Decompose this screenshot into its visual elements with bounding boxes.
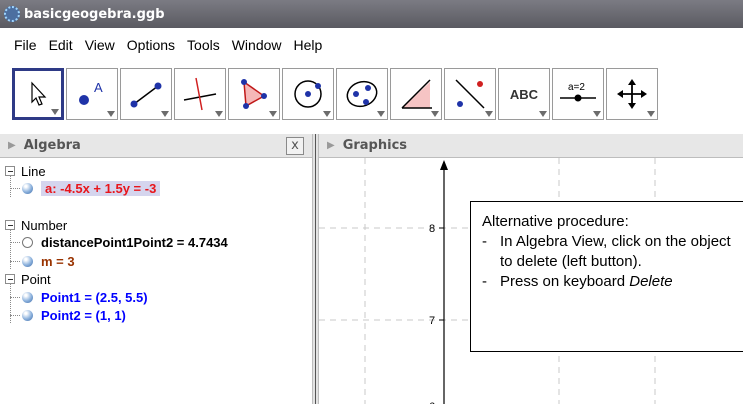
dropdown-triangle-icon (593, 111, 601, 117)
algebra-view-header: ▶ Algebra x (0, 134, 312, 158)
dropdown-triangle-icon (161, 111, 169, 117)
slider-icon: a=2 (560, 82, 596, 102)
dropdown-triangle-icon (323, 111, 331, 117)
close-algebra-view-button[interactable]: x (286, 137, 304, 155)
visibility-ball-icon[interactable] (22, 309, 33, 321)
polygon-icon (241, 79, 267, 109)
angle-tool-button[interactable] (390, 68, 442, 120)
ellipse-icon (346, 80, 378, 108)
callout-line: - In Algebra View, click on the object (482, 233, 731, 250)
conic-tool-button[interactable] (336, 68, 388, 120)
slider-tool-button[interactable]: a=2 (552, 68, 604, 120)
collapse-minus-icon[interactable] (5, 274, 15, 284)
algebra-item-line-a[interactable]: a: -4.5x + 1.5y = -3 (22, 179, 161, 197)
category-label: Number (21, 217, 68, 233)
algebra-view-title: Algebra (23, 138, 81, 153)
move-tool-button[interactable] (12, 68, 64, 120)
window-title: basicgeogebra.ggb (24, 6, 165, 22)
menu-edit[interactable]: Edit (49, 37, 73, 53)
callout-title: Alternative procedure: (482, 213, 629, 230)
perpendicular-tool-button[interactable] (174, 68, 226, 120)
callout-line: - Press on keyboard Delete (482, 273, 673, 290)
menu-bar: File Edit View Options Tools Window Help (0, 28, 743, 62)
object-text[interactable]: distancePoint1Point2 = 4.7434 (41, 235, 228, 250)
view-splitter[interactable] (312, 134, 319, 404)
dropdown-triangle-icon (269, 111, 277, 117)
text-tool-button[interactable]: ABC (498, 68, 550, 120)
tree-connector (10, 315, 20, 316)
geogebra-app-icon (4, 6, 20, 22)
object-text[interactable]: m = 3 (41, 254, 75, 269)
dropdown-triangle-icon (485, 111, 493, 117)
menu-options[interactable]: Options (127, 37, 175, 53)
y-axis-arrow-icon (440, 160, 448, 170)
tree-connector (10, 261, 20, 262)
category-label: Point (21, 271, 51, 287)
menu-view[interactable]: View (85, 37, 115, 53)
reflect-about-line-icon (455, 79, 485, 109)
move-graphics-tool-button[interactable] (606, 68, 658, 120)
algebra-view: Line a: -4.5x + 1.5y = -3 Number distanc… (0, 158, 312, 404)
object-text[interactable]: a: -4.5x + 1.5y = -3 (41, 180, 161, 196)
circle-center-point-icon (294, 80, 322, 108)
polygon-tool-button[interactable] (228, 68, 280, 120)
y-tick-label-8: 8 (429, 223, 435, 235)
menu-file[interactable]: File (14, 37, 37, 53)
tree-connector (10, 297, 20, 298)
object-text[interactable]: Point2 = (1, 1) (41, 308, 126, 323)
svg-text:a=2: a=2 (568, 82, 585, 93)
collapse-minus-icon[interactable] (5, 220, 15, 230)
callout-line: to delete (left button). (500, 253, 642, 270)
object-text[interactable]: Point1 = (2.5, 5.5) (41, 290, 148, 305)
dropdown-triangle-icon (107, 111, 115, 117)
reflect-tool-button[interactable] (444, 68, 496, 120)
graphics-view-title: Graphics (342, 138, 408, 153)
visibility-ring-icon[interactable] (22, 236, 33, 248)
dropdown-triangle-icon (539, 111, 547, 117)
menu-help[interactable]: Help (294, 37, 323, 53)
graphics-view-header: ▶ Graphics (319, 134, 743, 158)
text-icon: ABC (509, 86, 539, 102)
algebra-item-m[interactable]: m = 3 (22, 252, 75, 270)
collapse-arrow-icon[interactable]: ▶ (8, 140, 16, 151)
collapse-arrow-icon[interactable]: ▶ (327, 140, 335, 151)
algebra-item-point2[interactable]: Point2 = (1, 1) (22, 306, 126, 324)
point-icon: A (79, 80, 103, 105)
dropdown-triangle-icon (51, 109, 59, 115)
dropdown-triangle-icon (215, 111, 223, 117)
instruction-callout: Alternative procedure: - In Algebra View… (470, 201, 743, 352)
tree-connector (10, 188, 20, 189)
algebra-item-point1[interactable]: Point1 = (2.5, 5.5) (22, 288, 148, 306)
arrow-cursor-icon (31, 81, 47, 106)
circle-tool-button[interactable] (282, 68, 334, 120)
line-tool-button[interactable] (120, 68, 172, 120)
angle-icon (401, 79, 432, 109)
perpendicular-line-icon (183, 77, 217, 111)
category-point[interactable]: Point (0, 270, 51, 288)
category-number[interactable]: Number (0, 216, 67, 234)
category-line[interactable]: Line (0, 162, 46, 180)
dropdown-triangle-icon (647, 111, 655, 117)
menu-window[interactable]: Window (232, 37, 282, 53)
visibility-ball-icon[interactable] (22, 182, 33, 194)
point-tool-button[interactable]: A (66, 68, 118, 120)
dropdown-triangle-icon (377, 111, 385, 117)
move-graphics-view-icon (617, 79, 647, 109)
toolbar: A ABC a=2 (0, 62, 743, 130)
visibility-ball-icon[interactable] (22, 291, 33, 303)
collapse-minus-icon[interactable] (5, 166, 15, 176)
title-bar: basicgeogebra.ggb (0, 0, 743, 28)
category-label: Line (21, 163, 46, 179)
line-through-points-icon (130, 82, 162, 108)
dropdown-triangle-icon (431, 111, 439, 117)
menu-tools[interactable]: Tools (187, 37, 220, 53)
algebra-item-distance[interactable]: distancePoint1Point2 = 4.7434 (22, 233, 228, 251)
tree-connector (10, 242, 20, 243)
visibility-ball-icon[interactable] (22, 255, 33, 267)
svg-text:A: A (94, 80, 103, 95)
y-tick-label-7: 7 (429, 315, 435, 327)
